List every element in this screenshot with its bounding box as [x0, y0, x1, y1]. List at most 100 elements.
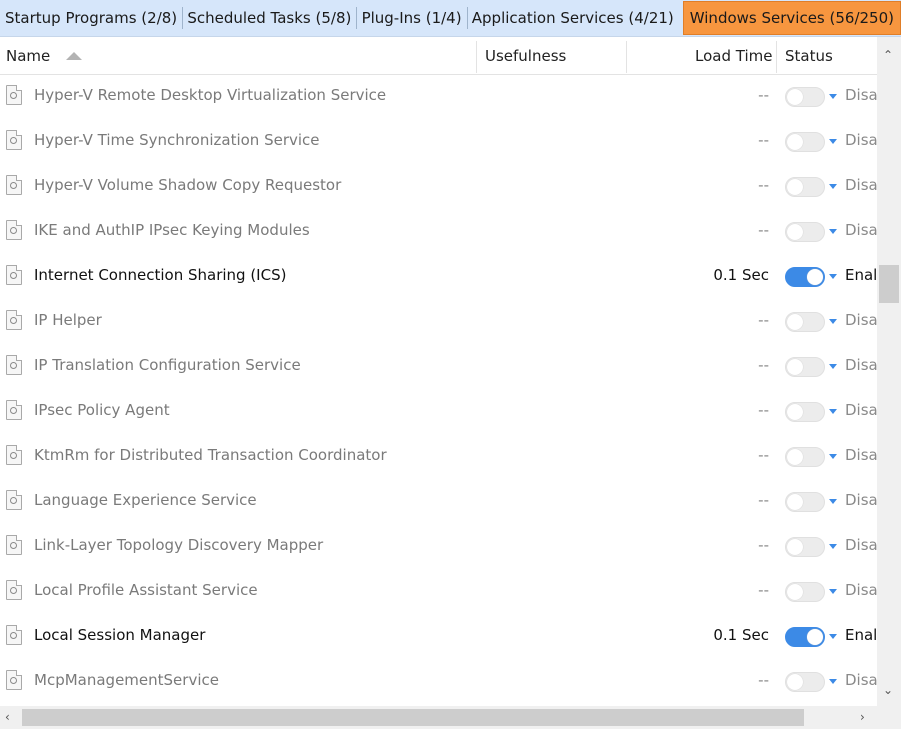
status-toggle[interactable] — [785, 537, 825, 557]
column-divider[interactable] — [476, 41, 477, 73]
tab-windows-services[interactable]: Windows Services (56/250) — [682, 1, 901, 35]
service-page-icon — [6, 130, 22, 150]
load-time-value: 0.1 Sec — [713, 626, 769, 644]
horizontal-scroll-thumb[interactable] — [22, 709, 804, 726]
service-page-icon — [6, 445, 22, 465]
chevron-down-icon[interactable] — [829, 94, 837, 99]
service-page-icon — [6, 670, 22, 690]
list-item[interactable]: IPsec Policy Agent -- Disa — [0, 390, 877, 435]
column-header-usefulness[interactable]: Usefulness — [485, 37, 566, 74]
status-toggle[interactable] — [785, 627, 825, 647]
column-header-status[interactable]: Status — [785, 37, 833, 74]
status-toggle[interactable] — [785, 222, 825, 242]
service-page-icon — [6, 535, 22, 555]
chevron-down-icon[interactable] — [829, 679, 837, 684]
chevron-down-icon[interactable] — [829, 184, 837, 189]
service-name: Internet Connection Sharing (ICS) — [34, 266, 287, 284]
status-text: Enal — [845, 266, 877, 284]
tab-plug-ins[interactable]: Plug-Ins (1/4) — [357, 1, 467, 35]
service-page-icon — [6, 490, 22, 510]
column-divider[interactable] — [776, 41, 777, 73]
status-text: Disa — [845, 491, 877, 509]
status-toggle[interactable] — [785, 357, 825, 377]
chevron-down-icon[interactable] — [829, 229, 837, 234]
scroll-down-icon[interactable]: ⌄ — [883, 684, 893, 696]
status-toggle[interactable] — [785, 582, 825, 602]
list-item[interactable]: Hyper-V Time Synchronization Service -- … — [0, 120, 877, 165]
tab-startup-programs[interactable]: Startup Programs (2/8) — [0, 1, 182, 35]
service-page-icon — [6, 265, 22, 285]
service-name: McpManagementService — [34, 671, 219, 689]
column-header-name[interactable]: Name — [6, 37, 83, 74]
chevron-down-icon[interactable] — [829, 544, 837, 549]
service-page-icon — [6, 355, 22, 375]
list-item[interactable]: KtmRm for Distributed Transaction Coordi… — [0, 435, 877, 480]
toggle-knob — [787, 449, 803, 465]
service-name: Local Profile Assistant Service — [34, 581, 258, 599]
service-name: Hyper-V Volume Shadow Copy Requestor — [34, 176, 342, 194]
list-item[interactable]: IKE and AuthIP IPsec Keying Modules -- D… — [0, 210, 877, 255]
toggle-knob — [787, 539, 803, 555]
status-toggle[interactable] — [785, 132, 825, 152]
vertical-scroll-thumb[interactable] — [879, 265, 899, 303]
load-time-value: -- — [758, 356, 769, 374]
tab-scheduled-tasks[interactable]: Scheduled Tasks (5/8) — [182, 1, 356, 35]
status-text: Enal — [845, 626, 877, 644]
service-page-icon — [6, 310, 22, 330]
chevron-down-icon[interactable] — [829, 409, 837, 414]
list-item[interactable]: Local Profile Assistant Service -- Disa — [0, 570, 877, 615]
scroll-up-icon[interactable]: ⌃ — [883, 49, 893, 61]
status-toggle[interactable] — [785, 177, 825, 197]
load-time-value: -- — [758, 221, 769, 239]
list-item[interactable]: Link-Layer Topology Discovery Mapper -- … — [0, 525, 877, 570]
load-time-value: -- — [758, 311, 769, 329]
chevron-down-icon[interactable] — [829, 589, 837, 594]
status-toggle[interactable] — [785, 312, 825, 332]
column-header-load-time[interactable]: Load Time — [695, 37, 772, 74]
status-toggle[interactable] — [785, 87, 825, 107]
list-item[interactable]: Internet Connection Sharing (ICS) 0.1 Se… — [0, 255, 877, 300]
list-item[interactable]: McpManagementService -- Disa — [0, 660, 877, 705]
status-text: Disa — [845, 401, 877, 419]
scroll-right-icon[interactable]: › — [860, 711, 865, 723]
list-item[interactable]: Language Experience Service -- Disa — [0, 480, 877, 525]
toggle-knob — [807, 629, 823, 645]
toggle-knob — [787, 134, 803, 150]
column-divider[interactable] — [626, 41, 627, 73]
status-text: Disa — [845, 671, 877, 689]
sort-ascending-icon — [66, 51, 83, 60]
chevron-down-icon[interactable] — [829, 454, 837, 459]
status-toggle[interactable] — [785, 447, 825, 467]
toggle-knob — [787, 404, 803, 420]
horizontal-scrollbar[interactable]: ‹ › — [0, 706, 877, 729]
status-text: Disa — [845, 221, 877, 239]
status-toggle[interactable] — [785, 267, 825, 287]
chevron-down-icon[interactable] — [829, 274, 837, 279]
list-item[interactable]: Hyper-V Remote Desktop Virtualization Se… — [0, 75, 877, 120]
toggle-knob — [787, 674, 803, 690]
list-item[interactable]: IP Translation Configuration Service -- … — [0, 345, 877, 390]
tab-application-services[interactable]: Application Services (4/21) — [467, 1, 679, 35]
chevron-down-icon[interactable] — [829, 139, 837, 144]
load-time-value: -- — [758, 86, 769, 104]
column-status-label: Status — [785, 46, 833, 65]
vertical-scrollbar[interactable]: ⌃ ⌄ — [877, 37, 901, 706]
list-item[interactable]: Hyper-V Volume Shadow Copy Requestor -- … — [0, 165, 877, 210]
chevron-down-icon[interactable] — [829, 364, 837, 369]
service-page-icon — [6, 400, 22, 420]
status-toggle[interactable] — [785, 672, 825, 692]
chevron-down-icon[interactable] — [829, 499, 837, 504]
list-item[interactable]: IP Helper -- Disa — [0, 300, 877, 345]
status-text: Disa — [845, 536, 877, 554]
status-toggle[interactable] — [785, 492, 825, 512]
status-toggle[interactable] — [785, 402, 825, 422]
chevron-down-icon[interactable] — [829, 634, 837, 639]
load-time-value: -- — [758, 671, 769, 689]
service-name: IPsec Policy Agent — [34, 401, 170, 419]
chevron-down-icon[interactable] — [829, 319, 837, 324]
scroll-left-icon[interactable]: ‹ — [5, 711, 10, 723]
toggle-knob — [787, 89, 803, 105]
toggle-knob — [787, 584, 803, 600]
load-time-value: -- — [758, 176, 769, 194]
list-item[interactable]: Local Session Manager 0.1 Sec Enal — [0, 615, 877, 660]
